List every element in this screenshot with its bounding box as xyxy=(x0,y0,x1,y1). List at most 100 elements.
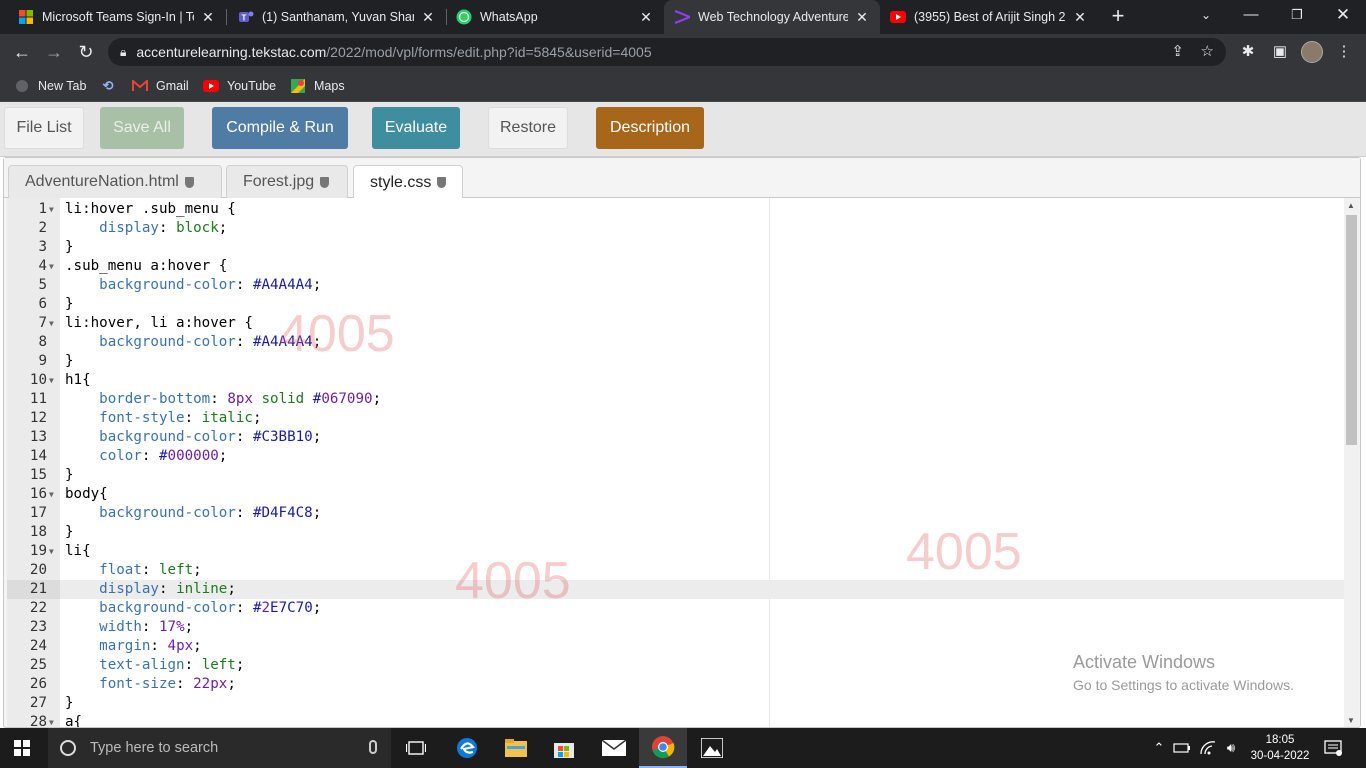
file-explorer-icon[interactable] xyxy=(492,728,540,768)
close-window-icon[interactable]: ✕ xyxy=(1320,0,1366,30)
save-all-button[interactable]: Save All xyxy=(100,107,184,149)
code-text: color: #000000; xyxy=(99,448,228,464)
code-line[interactable]: 9} xyxy=(7,352,1344,371)
profile-avatar[interactable] xyxy=(1301,41,1323,63)
browser-tab-teams-signin[interactable]: Microsoft Teams Sign-In | Tea ✕ xyxy=(8,0,226,34)
share-icon[interactable]: ⇪ xyxy=(1171,38,1184,66)
forward-arrow-icon[interactable]: → xyxy=(40,38,68,66)
bookmark-label: YouTube xyxy=(227,79,277,93)
photos-icon[interactable] xyxy=(688,728,736,768)
mail-icon[interactable] xyxy=(590,728,638,768)
code-line[interactable]: 1 ▼ li:hover .sub_menu { xyxy=(7,200,1344,219)
battery-icon[interactable] xyxy=(1172,728,1192,768)
scrollbar-thumb[interactable] xyxy=(1346,215,1357,445)
show-hidden-icons-chevron-icon[interactable]: ⌃ xyxy=(1150,728,1168,768)
file-tab-adventurenation-html[interactable]: AdventureNation.html xyxy=(8,165,222,198)
fold-arrow-icon[interactable]: ▼ xyxy=(49,371,59,390)
code-line[interactable]: 28 ▼ a{ xyxy=(7,713,1344,727)
code-line[interactable]: 13 background-color: #C3BB10; xyxy=(7,428,1344,447)
taskbar-search-box[interactable]: Type here to search xyxy=(48,728,391,768)
system-clock[interactable]: 18:05 30-04-2022 xyxy=(1245,732,1315,764)
code-line[interactable]: 19 ▼ li{ xyxy=(7,542,1344,561)
fold-arrow-icon[interactable]: ▼ xyxy=(49,485,59,504)
browser-tab-youtube[interactable]: (3955) Best of Arijit Singh 20 ✕ xyxy=(880,0,1098,34)
line-number: 18 xyxy=(29,524,47,540)
close-tab-icon[interactable]: ✕ xyxy=(200,9,216,26)
file-list-button[interactable]: File List xyxy=(4,107,84,149)
file-tab-forest-jpg[interactable]: Forest.jpg xyxy=(226,165,348,198)
restore-button[interactable]: Restore xyxy=(488,107,568,149)
code-line[interactable]: 5 background-color: #A4A4A4; xyxy=(7,276,1344,295)
bookmark-history[interactable]: ⟲ xyxy=(100,76,124,96)
code-line[interactable]: 18} xyxy=(7,523,1344,542)
browser-tab-vpl-active[interactable]: Web Technology Adventure N ✕ xyxy=(664,0,880,34)
microsoft-store-icon[interactable] xyxy=(540,728,588,768)
code-editor[interactable]: 1 ▼ li:hover .sub_menu {2 display: block; 3… xyxy=(7,198,1359,727)
fold-arrow-icon[interactable]: ▼ xyxy=(49,314,59,333)
compile-run-button[interactable]: Compile & Run xyxy=(212,107,348,149)
code-line[interactable]: 2 display: block; xyxy=(7,219,1344,238)
close-tab-icon[interactable]: ✕ xyxy=(638,9,654,26)
fold-arrow-icon[interactable]: ▼ xyxy=(49,200,59,219)
browser-tab-whatsapp[interactable]: WhatsApp ✕ xyxy=(446,0,664,34)
code-text: li{ xyxy=(65,543,91,559)
code-line[interactable]: 22 background-color: #2E7C70; xyxy=(7,599,1344,618)
code-line[interactable]: 7 ▼ li:hover, li a:hover { xyxy=(7,314,1344,333)
fold-arrow-icon[interactable]: ▼ xyxy=(49,542,59,561)
minimize-icon[interactable]: — xyxy=(1228,0,1274,30)
bookmark-star-icon[interactable]: ☆ xyxy=(1201,38,1214,66)
code-line[interactable]: 23 width: 17%; xyxy=(7,618,1344,637)
fold-arrow-icon[interactable]: ▼ xyxy=(49,257,59,276)
code-line[interactable]: 6} xyxy=(7,295,1344,314)
fold-arrow-icon[interactable]: ▼ xyxy=(49,713,59,727)
close-tab-icon[interactable]: ✕ xyxy=(1072,9,1088,26)
activate-windows-title: Activate Windows xyxy=(1073,652,1216,672)
editor-vertical-scrollbar[interactable]: ▲ ▼ xyxy=(1344,198,1359,727)
file-tab-style-css[interactable]: style.css xyxy=(353,165,463,199)
reload-icon[interactable]: ↻ xyxy=(72,38,100,66)
code-line[interactable]: 27} xyxy=(7,694,1344,713)
line-number: 11 xyxy=(29,391,47,407)
wifi-icon[interactable] xyxy=(1198,728,1218,768)
volume-icon[interactable]: 🔊︎ xyxy=(1220,728,1242,768)
bookmark-maps[interactable]: Maps xyxy=(290,76,345,96)
code-line[interactable]: 10 ▼ h1{ xyxy=(7,371,1344,390)
extensions-puzzle-icon[interactable]: ✱ xyxy=(1238,42,1258,62)
scroll-down-arrow-icon[interactable]: ▼ xyxy=(1347,716,1355,725)
edge-browser-icon[interactable] xyxy=(443,728,491,768)
side-panel-icon[interactable]: ▣ xyxy=(1270,42,1290,62)
address-bar[interactable]: 🔒︎ accenturelearning.tekstac.com/2022/mo… xyxy=(108,38,1226,66)
evaluate-button[interactable]: Evaluate xyxy=(372,107,460,149)
notification-center-icon[interactable] xyxy=(1322,728,1344,768)
code-line[interactable]: 17 background-color: #D4F4C8; xyxy=(7,504,1344,523)
chrome-icon[interactable] xyxy=(639,728,687,768)
microphone-icon[interactable] xyxy=(369,740,377,754)
code-line[interactable]: 20 float: left; xyxy=(7,561,1344,580)
task-view-icon[interactable] xyxy=(392,728,440,768)
description-button[interactable]: Description xyxy=(596,107,704,149)
scroll-up-arrow-icon[interactable]: ▲ xyxy=(1347,201,1355,210)
bookmark-youtube[interactable]: YouTube xyxy=(203,76,276,96)
code-line[interactable]: 14 color: #000000; xyxy=(7,447,1344,466)
code-line[interactable]: 11 border-bottom: 8px solid #067090; xyxy=(7,390,1344,409)
code-line[interactable]: 15} xyxy=(7,466,1344,485)
code-line[interactable]: 4 ▼ .sub_menu a:hover { xyxy=(7,257,1344,276)
code-line[interactable]: 8 background-color: #A4A4A4; xyxy=(7,333,1344,352)
restore-window-icon[interactable]: ❐ xyxy=(1274,0,1320,30)
new-tab-button[interactable]: + xyxy=(1105,5,1131,29)
back-arrow-icon[interactable]: ← xyxy=(8,38,36,66)
youtube-icon xyxy=(203,78,219,94)
code-line[interactable]: 12 font-style: italic; xyxy=(7,409,1344,428)
code-line[interactable]: 21 display: inline; xyxy=(7,580,1344,599)
code-line[interactable]: 16 ▼ body{ xyxy=(7,485,1344,504)
bookmark-gmail[interactable]: Gmail xyxy=(132,76,189,96)
tab-search-chevron-icon[interactable]: ⌄ xyxy=(1183,0,1229,30)
windows-start-icon[interactable] xyxy=(14,740,30,756)
close-tab-icon[interactable]: ✕ xyxy=(420,9,436,26)
more-menu-icon[interactable]: ⋮ xyxy=(1334,42,1354,62)
code-line[interactable]: 3} xyxy=(7,238,1344,257)
bookmark-new-tab[interactable]: New Tab xyxy=(14,76,86,96)
close-tab-icon[interactable]: ✕ xyxy=(854,9,870,26)
code-text: font-style: italic; xyxy=(99,410,262,426)
browser-tab-teams[interactable]: T (1) Santhanam, Yuvan Shanka ✕ xyxy=(228,0,446,34)
